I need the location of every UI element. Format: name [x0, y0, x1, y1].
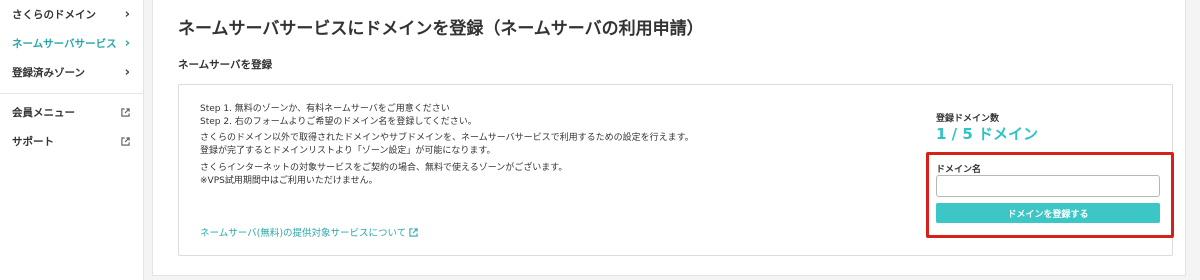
- external-link-icon: [409, 227, 418, 237]
- sidebar-item-label: さくらのドメイン: [12, 8, 96, 21]
- sidebar-divider: [0, 93, 144, 94]
- external-link-icon: [121, 107, 130, 117]
- domain-name-input[interactable]: [936, 175, 1160, 197]
- sidebar-item-label: 登録済みゾーン: [12, 66, 85, 79]
- register-domain-button[interactable]: ドメインを登録する: [936, 203, 1160, 223]
- domain-name-label: ドメイン名: [936, 165, 982, 175]
- external-link-icon: [121, 136, 130, 146]
- page-title: ネームサーバサービスにドメインを登録（ネームサーバの利用申請）: [178, 19, 704, 39]
- service-info-link[interactable]: ネームサーバ(無料)の提供対象サービスについて: [200, 225, 418, 239]
- sidebar-item-label: ネームサーバサービス: [12, 37, 117, 50]
- description-text: 登録が完了するとドメインリストより「ゾーン設定」が可能になります。: [200, 146, 496, 156]
- description-text: さくらインターネットの対象サービスをご契約の場合、無料で使えるゾーンがございます…: [200, 163, 568, 173]
- sidebar-item-registered-zones[interactable]: 登録済みゾーン ›: [0, 58, 144, 86]
- chevron-right-icon: ›: [124, 64, 130, 80]
- sidebar-item-sakura-domain[interactable]: さくらのドメイン ›: [0, 0, 144, 28]
- chevron-right-icon: ›: [124, 35, 130, 51]
- sidebar-item-nameserver-service[interactable]: ネームサーバサービス ›: [0, 29, 144, 57]
- registered-count-value: 1 / 5 ドメイン: [936, 125, 1039, 143]
- sidebar-item-label: サポート: [12, 135, 54, 148]
- service-info-link-label: ネームサーバ(無料)の提供対象サービスについて: [200, 228, 407, 239]
- chevron-right-icon: ›: [124, 6, 130, 22]
- description-note: ※VPS試用期間中はご利用いただけません。: [200, 176, 378, 186]
- description-step-2: Step 2. 右のフォームよりご希望のドメイン名を登録してください。: [200, 117, 477, 127]
- sidebar-item-support[interactable]: サポート: [0, 127, 144, 155]
- sidebar: さくらのドメイン › ネームサーバサービス › 登録済みゾーン › 会員メニュー…: [0, 0, 144, 280]
- description-step-1: Step 1. 無料のゾーンか、有料ネームサーバをご用意ください: [200, 104, 450, 114]
- sidebar-item-label: 会員メニュー: [12, 106, 75, 119]
- description-text: さくらのドメイン以外で取得されたドメインやサブドメインを、ネームサーバサービスで…: [200, 133, 694, 143]
- sidebar-item-member-menu[interactable]: 会員メニュー: [0, 98, 144, 126]
- section-heading: ネームサーバを登録: [178, 59, 273, 71]
